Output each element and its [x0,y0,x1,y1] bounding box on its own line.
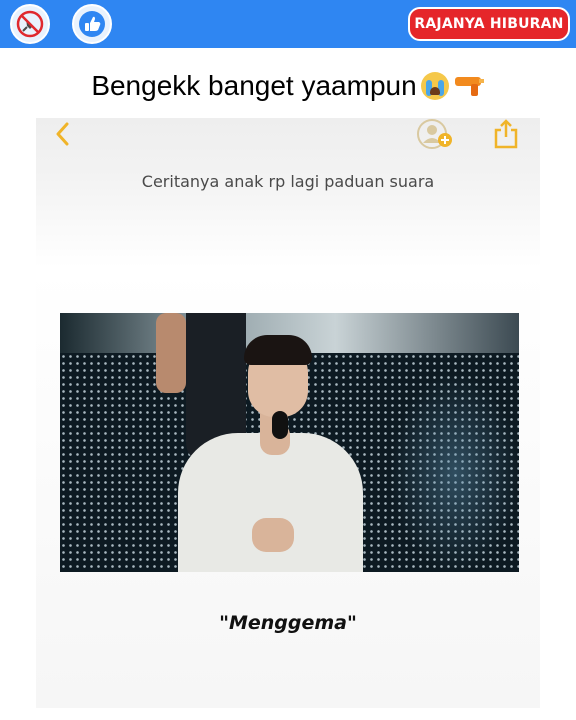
video-still[interactable] [60,313,519,572]
screen-subtitle: Ceritanya anak rp lagi paduan suara [141,172,435,191]
water-pistol-icon [454,77,484,96]
like-button[interactable] [72,4,112,44]
thumbs-up-icon [79,11,105,37]
no-pin-icon [16,10,44,38]
share-icon[interactable] [492,118,520,150]
brand-badge: RAJANYA HIBURAN [408,7,570,41]
add-contact-icon[interactable] [416,118,458,150]
quote-text: "Menggema" [219,612,357,634]
post-caption: Bengekk banget yaampun [0,62,576,110]
microphone [272,411,288,439]
no-pin-button[interactable] [10,4,50,44]
chevron-left-icon[interactable] [52,120,74,148]
top-bar: RAJANYA HIBURAN [0,0,576,48]
loudly-crying-face-icon [420,72,449,100]
caption-text: Bengekk banget yaampun [91,70,417,101]
